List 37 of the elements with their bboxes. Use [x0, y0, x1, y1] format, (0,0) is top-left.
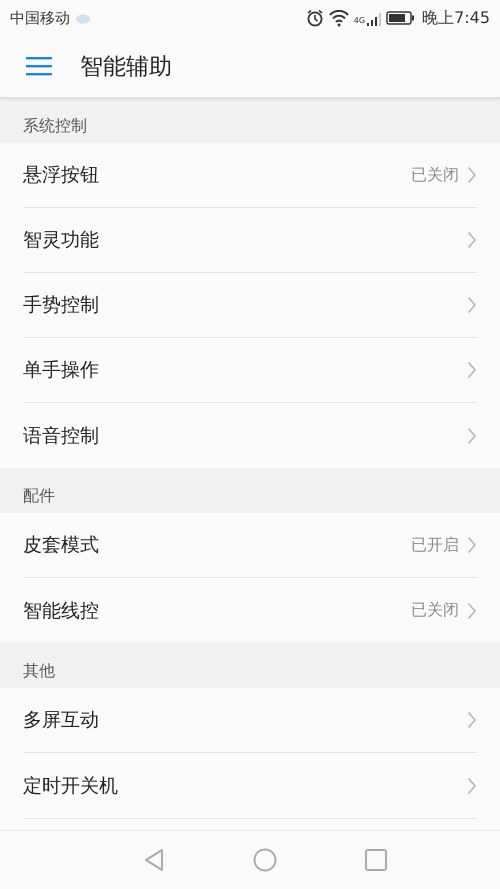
- page-title: 智能辅助: [80, 53, 172, 82]
- section-header: 配件: [0, 468, 500, 513]
- chevron-icon: [467, 166, 477, 184]
- section-header: 系统控制: [0, 98, 500, 143]
- carrier-name: 中国移动: [10, 8, 70, 28]
- settings-item[interactable]: 手势控制: [23, 273, 477, 338]
- chevron-icon: [467, 296, 477, 314]
- recents-icon[interactable]: [365, 849, 387, 871]
- settings-item[interactable]: 智灵功能: [23, 208, 477, 273]
- alarm-icon: [306, 9, 324, 27]
- settings-item[interactable]: 多屏互动: [23, 688, 477, 753]
- battery-icon: [386, 11, 414, 25]
- menu-icon[interactable]: [26, 57, 52, 76]
- status-value: 已关闭: [411, 600, 459, 621]
- status-value: 已开启: [411, 534, 459, 556]
- signal-icon: [367, 10, 382, 26]
- home-icon[interactable]: [253, 848, 277, 872]
- chevron-icon: [467, 776, 477, 794]
- status-value: 已关闭: [411, 164, 459, 186]
- chevron-icon: [467, 231, 477, 249]
- settings-item[interactable]: 语音控制: [23, 403, 477, 468]
- wifi-icon: [328, 9, 349, 27]
- settings-item[interactable]: 皮套模式 已开启: [23, 513, 477, 578]
- network-type: 4G: [354, 16, 366, 24]
- settings-item[interactable]: 单手操作: [23, 338, 477, 403]
- chevron-icon: [467, 361, 477, 379]
- cloud-icon: [75, 12, 91, 24]
- settings-item[interactable]: 智能线控 已关闭: [23, 578, 477, 643]
- back-icon[interactable]: [143, 848, 165, 872]
- chevron-icon: [467, 602, 477, 620]
- chevron-icon: [467, 536, 477, 554]
- settings-item[interactable]: 悬浮按钮 已关闭: [23, 143, 477, 208]
- clock-time: 晚上7:45: [422, 8, 490, 28]
- chevron-icon: [467, 711, 477, 729]
- chevron-icon: [467, 426, 477, 444]
- section-header: 其他: [0, 643, 500, 688]
- settings-item[interactable]: 定时开关机: [23, 753, 477, 818]
